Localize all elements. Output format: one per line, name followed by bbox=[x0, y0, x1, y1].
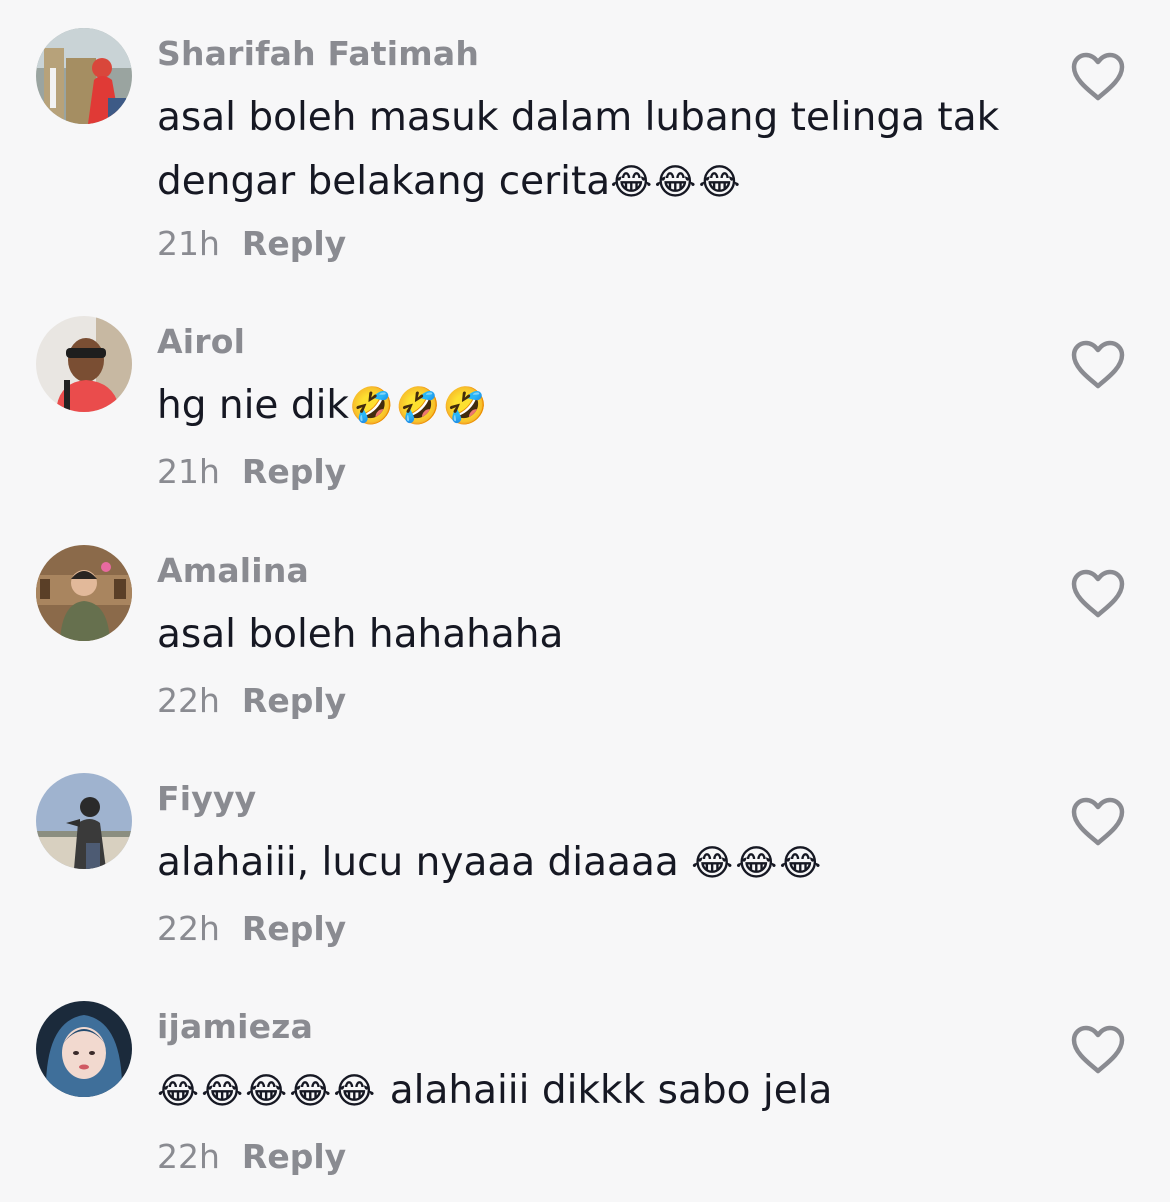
avatar[interactable] bbox=[36, 773, 132, 869]
comment-item: Sharifah Fatimah asal boleh masuk dalam … bbox=[0, 0, 1170, 263]
comment-meta: 22h Reply bbox=[157, 681, 346, 720]
comment-emoji: 😂😂😂 bbox=[610, 162, 743, 203]
comment-meta: 22h Reply bbox=[157, 1137, 346, 1176]
comment-text-content: alahaiii dikkk sabo jela bbox=[377, 1068, 833, 1113]
comment-text-content: asal boleh hahahaha bbox=[157, 612, 564, 657]
comment-emoji: 😂😂😂😂😂 bbox=[157, 1071, 378, 1112]
comment-text-content: alahaiii, lucu nyaaa diaaaa bbox=[157, 840, 692, 885]
comment-text: asal boleh masuk dalam lubang telinga ta… bbox=[157, 86, 1037, 215]
like-heart-icon[interactable] bbox=[1070, 1025, 1126, 1075]
reply-button[interactable]: Reply bbox=[242, 224, 346, 263]
comment-timestamp: 22h bbox=[157, 681, 220, 720]
comment-username[interactable]: Amalina bbox=[157, 551, 309, 590]
like-heart-icon[interactable] bbox=[1070, 340, 1126, 390]
comment-username[interactable]: Sharifah Fatimah bbox=[157, 34, 479, 73]
avatar[interactable] bbox=[36, 28, 132, 124]
like-heart-icon[interactable] bbox=[1070, 797, 1126, 847]
comment-text: asal boleh hahahaha bbox=[157, 603, 1037, 668]
comment-text: alahaiii, lucu nyaaa diaaaa 😂😂😂 bbox=[157, 831, 1037, 896]
comment-meta: 21h Reply bbox=[157, 452, 346, 491]
comment-timestamp: 21h bbox=[157, 224, 220, 263]
reply-button[interactable]: Reply bbox=[242, 681, 346, 720]
comment-item: Amalina asal boleh hahahaha 22h Reply bbox=[0, 517, 1170, 745]
comment-emoji: 🤣🤣🤣 bbox=[349, 386, 490, 427]
comment-item: Airol hg nie dik🤣🤣🤣 21h Reply bbox=[0, 288, 1170, 516]
comment-timestamp: 22h bbox=[157, 909, 220, 948]
comment-username[interactable]: Fiyyy bbox=[157, 779, 256, 818]
reply-button[interactable]: Reply bbox=[242, 452, 346, 491]
comment-emoji: 😂😂😂 bbox=[691, 843, 824, 884]
comment-text-content: asal boleh masuk dalam lubang telinga ta… bbox=[157, 95, 1000, 204]
reply-button[interactable]: Reply bbox=[242, 1137, 346, 1176]
comment-text: hg nie dik🤣🤣🤣 bbox=[157, 374, 1037, 439]
like-heart-icon[interactable] bbox=[1070, 569, 1126, 619]
comment-text-content: hg nie dik bbox=[157, 383, 349, 428]
comment-username[interactable]: ijamieza bbox=[157, 1007, 313, 1046]
comment-item: ijamieza 😂😂😂😂😂 alahaiii dikkk sabo jela … bbox=[0, 973, 1170, 1201]
comment-meta: 22h Reply bbox=[157, 909, 346, 948]
avatar[interactable] bbox=[36, 545, 132, 641]
reply-button[interactable]: Reply bbox=[242, 909, 346, 948]
like-heart-icon[interactable] bbox=[1070, 52, 1126, 102]
comment-username[interactable]: Airol bbox=[157, 322, 245, 361]
avatar[interactable] bbox=[36, 1001, 132, 1097]
comment-timestamp: 21h bbox=[157, 452, 220, 491]
comment-item: Fiyyy alahaiii, lucu nyaaa diaaaa 😂😂😂 22… bbox=[0, 745, 1170, 973]
comment-meta: 21h Reply bbox=[157, 224, 346, 263]
comment-text: 😂😂😂😂😂 alahaiii dikkk sabo jela bbox=[157, 1059, 1037, 1124]
avatar[interactable] bbox=[36, 316, 132, 412]
comment-timestamp: 22h bbox=[157, 1137, 220, 1176]
